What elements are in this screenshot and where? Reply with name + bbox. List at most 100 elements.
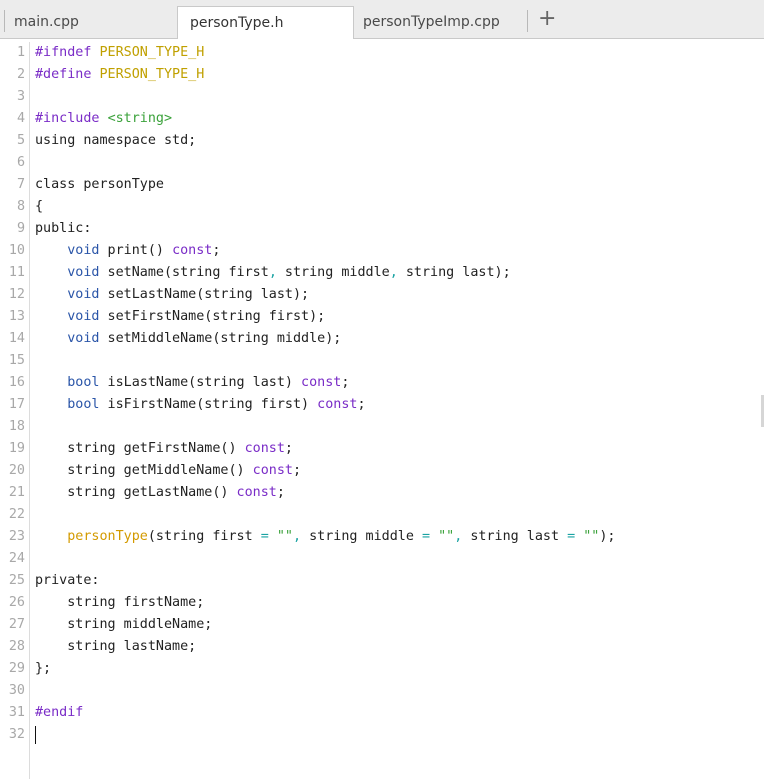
- code-token: ;: [284, 441, 293, 456]
- code-line[interactable]: 22: [0, 504, 764, 526]
- code-token: string middleName;: [35, 617, 213, 632]
- tab-main-cpp[interactable]: main.cpp: [2, 6, 180, 38]
- code-text: string getFirstName() const;: [35, 438, 293, 460]
- line-number: 13: [8, 309, 25, 324]
- code-token: isLastName(string last): [99, 375, 302, 390]
- code-text: personType(string first = "", string mid…: [35, 526, 615, 548]
- line-number: 16: [8, 375, 25, 390]
- code-line[interactable]: 15: [0, 350, 764, 372]
- code-line[interactable]: 32: [0, 724, 764, 746]
- code-text: bool isLastName(string last) const;: [35, 372, 349, 394]
- code-token: const: [172, 243, 213, 258]
- code-text: string middleName;: [35, 614, 212, 636]
- line-number: 25: [8, 573, 25, 588]
- code-line[interactable]: 18: [0, 416, 764, 438]
- code-text: void setLastName(string last);: [35, 284, 309, 306]
- code-token: ;: [292, 463, 302, 478]
- code-token: (string first: [147, 529, 261, 544]
- code-token: setName(string first: [99, 265, 269, 280]
- code-token: ;: [276, 485, 285, 500]
- code-token: {: [35, 199, 44, 214]
- code-line[interactable]: 13 void setFirstName(string first);: [0, 306, 764, 328]
- line-number: 27: [8, 617, 25, 632]
- line-number: 1: [16, 45, 25, 60]
- code-token: const: [301, 375, 342, 390]
- line-number: 8: [16, 199, 25, 214]
- code-line[interactable]: 29};: [0, 658, 764, 680]
- code-line[interactable]: 2 #define PERSON_TYPE_H: [0, 64, 764, 86]
- code-token: string middle: [301, 529, 422, 544]
- code-line[interactable]: 28 string lastName;: [0, 636, 764, 658]
- code-text: #define PERSON_TYPE_H: [35, 64, 204, 86]
- code-editor[interactable]: 1 #ifndef PERSON_TYPE_H 2 #define PERSON_TY…: [0, 42, 764, 779]
- code-text: #ifndef PERSON_TYPE_H: [35, 42, 204, 64]
- code-line[interactable]: 6: [0, 152, 764, 174]
- code-token: void: [67, 331, 100, 346]
- code-token: ;: [212, 243, 221, 258]
- code-line[interactable]: 4 #include <string>: [0, 108, 764, 130]
- code-line[interactable]: 5 using namespace std;: [0, 130, 764, 152]
- code-line[interactable]: 9 public:: [0, 218, 764, 240]
- code-text: #endif: [35, 702, 83, 724]
- code-token: =: [260, 529, 269, 544]
- code-line[interactable]: 17 bool isFirstName(string first) const;: [0, 394, 764, 416]
- tab-persontypeimp-cpp[interactable]: personTypeImp.cpp: [351, 6, 527, 38]
- code-token: const: [317, 397, 358, 412]
- line-number: 17: [8, 397, 25, 412]
- code-token: string getFirstName(): [35, 441, 245, 456]
- code-text: void print() const;: [35, 240, 220, 262]
- code-line[interactable]: 16 bool isLastName(string last) const;: [0, 372, 764, 394]
- code-text: string lastName;: [35, 636, 196, 658]
- code-line[interactable]: 31 #endif: [0, 702, 764, 724]
- code-text: bool isFirstName(string first) const;: [35, 394, 365, 416]
- line-number: 20: [8, 463, 25, 478]
- tab-persontype-h[interactable]: personType.h: [177, 6, 354, 39]
- code-line[interactable]: 12 void setLastName(string last);: [0, 284, 764, 306]
- code-line[interactable]: 24: [0, 548, 764, 570]
- code-token: bool: [67, 375, 100, 390]
- code-token: =: [567, 529, 576, 544]
- code-line[interactable]: 10 void print() const;: [0, 240, 764, 262]
- code-token: string firstName;: [35, 595, 205, 610]
- code-line[interactable]: 1 #ifndef PERSON_TYPE_H: [0, 42, 764, 64]
- code-line[interactable]: 30: [0, 680, 764, 702]
- code-line[interactable]: 27 string middleName;: [0, 614, 764, 636]
- line-number: 10: [8, 243, 25, 258]
- code-token: isFirstName(string first): [99, 397, 318, 412]
- code-token: string middle: [276, 265, 390, 280]
- code-token: public:: [35, 221, 92, 236]
- code-line[interactable]: 11 void setName(string first, string mid…: [0, 262, 764, 284]
- code-text: };: [35, 658, 51, 680]
- code-line[interactable]: 25 private:: [0, 570, 764, 592]
- code-token: "": [438, 529, 455, 544]
- code-line[interactable]: 7 class personType: [0, 174, 764, 196]
- line-number: 21: [8, 485, 25, 500]
- code-line[interactable]: 20 string getMiddleName() const;: [0, 460, 764, 482]
- code-token: const: [244, 441, 285, 456]
- code-line[interactable]: 8{: [0, 196, 764, 218]
- line-number: 31: [8, 705, 25, 720]
- line-number: 28: [8, 639, 25, 654]
- code-line[interactable]: 19 string getFirstName() const;: [0, 438, 764, 460]
- text-cursor: [35, 726, 36, 744]
- code-token: void: [67, 309, 100, 324]
- code-line[interactable]: 26 string firstName;: [0, 592, 764, 614]
- code-token: setFirstName(string first);: [99, 309, 326, 324]
- code-line[interactable]: 21 string getLastName() const;: [0, 482, 764, 504]
- code-line[interactable]: 23 personType(string first = "", string …: [0, 526, 764, 548]
- code-token: ,: [389, 265, 398, 280]
- code-text: void setName(string first, string middle…: [35, 262, 510, 284]
- new-tab-button[interactable]: +: [538, 8, 556, 30]
- code-token: using namespace std;: [35, 133, 197, 148]
- code-text: using namespace std;: [35, 130, 196, 152]
- line-number: 7: [16, 177, 25, 192]
- code-line[interactable]: 14 void setMiddleName(string middle);: [0, 328, 764, 350]
- code-line[interactable]: 3: [0, 86, 764, 108]
